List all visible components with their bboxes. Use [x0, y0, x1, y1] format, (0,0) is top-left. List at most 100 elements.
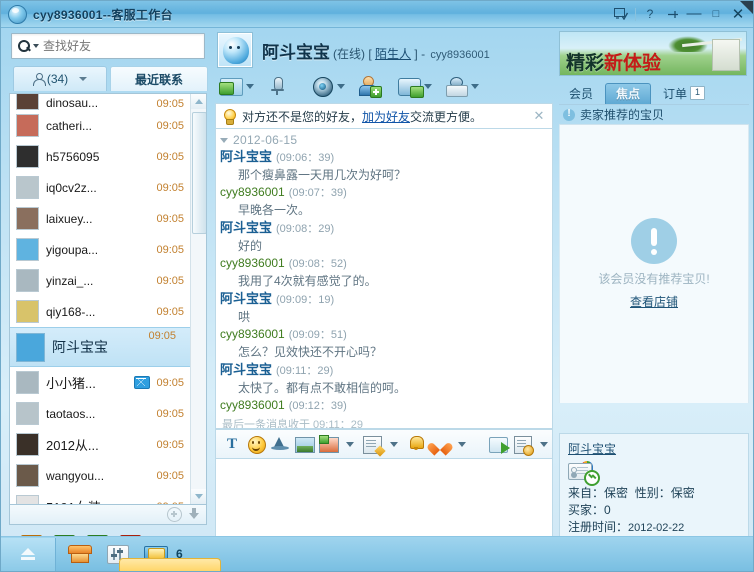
contact-name: 小小猪...	[46, 376, 96, 391]
avatar	[16, 402, 39, 425]
contact-list-item[interactable]: yigoupa... 09:05	[10, 234, 192, 265]
contact-time: 09:05	[156, 469, 184, 482]
chevron-down-icon[interactable]	[33, 44, 39, 48]
tab-recent[interactable]: 最近联系	[110, 66, 208, 91]
right-tab-会员[interactable]: 会员	[559, 83, 603, 104]
contact-list-item[interactable]: yinzai_... 09:05	[10, 265, 192, 296]
workbench-icon[interactable]	[66, 541, 94, 567]
avatar	[16, 176, 39, 199]
contact-name: yigoupa...	[46, 242, 99, 257]
promo-banner[interactable]: 精彩新体验	[559, 31, 747, 76]
sidebar-tabs: (34) 最近联系	[5, 65, 211, 91]
empty-message: 该会员没有推荐宝贝!	[598, 272, 710, 286]
text-format-icon[interactable]: T	[221, 433, 243, 455]
peer-status: (在线)	[333, 46, 365, 61]
message-header: cyy8936001 (09:09：51)	[220, 326, 542, 344]
chevron-down-icon[interactable]	[471, 83, 479, 89]
emoji-icon[interactable]	[245, 433, 267, 455]
chevron-down-icon[interactable]	[79, 77, 88, 81]
eject-icon[interactable]	[1, 537, 56, 571]
pin-icon[interactable]	[661, 4, 683, 24]
contact-list-item[interactable]: qiy168-... 09:05	[10, 296, 192, 327]
quick-reply-icon[interactable]	[487, 433, 510, 455]
dash: -	[421, 46, 426, 61]
notification-popup[interactable]	[119, 558, 221, 571]
contact-list-item[interactable]: wangyou... 09:05	[10, 460, 192, 491]
verified-badge-icon	[568, 461, 600, 486]
video-chat-icon[interactable]	[310, 74, 334, 98]
view-shop-link[interactable]: 查看店铺	[630, 293, 678, 310]
avatar	[16, 332, 45, 362]
sidebar: (34) 最近联系 dinosau... 09:05 catheri... 09:05…	[5, 29, 211, 556]
chevron-down-icon[interactable]	[540, 441, 548, 447]
exclamation-icon	[631, 218, 677, 264]
chevron-down-icon[interactable]	[337, 83, 345, 89]
section-title: 卖家推荐的宝贝	[580, 108, 665, 122]
scroll-down-button[interactable]	[191, 489, 206, 504]
info-peer-name[interactable]: 阿斗宝宝	[568, 440, 740, 457]
image-icon[interactable]	[293, 433, 315, 455]
shake-icon[interactable]	[405, 433, 427, 455]
right-tab-订单[interactable]: 订单 1	[653, 83, 715, 104]
search-box[interactable]	[11, 33, 205, 59]
search-input[interactable]	[43, 39, 204, 53]
add-contact-icon[interactable]	[167, 507, 182, 522]
contact-list-item[interactable]: dinosau... 09:05	[10, 94, 192, 110]
contact-list-scrollbar[interactable]	[190, 94, 206, 504]
chevron-down-icon[interactable]	[424, 83, 432, 89]
download-icon[interactable]	[188, 508, 200, 521]
contact-list-item[interactable]: 2012从... 09:05	[10, 429, 192, 460]
maximize-button[interactable]: □	[705, 4, 727, 24]
feedback-icon[interactable]	[610, 4, 632, 24]
help-icon[interactable]: ?	[639, 4, 661, 24]
contact-time: 09:05	[156, 243, 184, 256]
chevron-down-icon[interactable]	[390, 441, 398, 447]
contact-list-item[interactable]: taotaos... 09:05	[10, 398, 192, 429]
message-time: (09:08：52)	[288, 258, 347, 270]
tab-contacts[interactable]: (34)	[13, 66, 107, 91]
magic-hat-icon[interactable]	[269, 433, 291, 455]
close-icon[interactable]: ✕	[532, 109, 546, 123]
avatar	[16, 464, 39, 487]
contact-list-item[interactable]: laixuey... 09:05	[10, 203, 192, 234]
note-icon[interactable]	[361, 433, 383, 455]
chevron-down-icon[interactable]	[458, 441, 466, 447]
unread-message-icon[interactable]	[134, 376, 151, 389]
heart-icon[interactable]	[429, 433, 451, 455]
friend-notice-bar: 对方还不是您的好友，加为好友交流更方便。 ✕	[215, 103, 553, 129]
avatar	[16, 145, 39, 168]
report-icon[interactable]	[444, 74, 468, 98]
right-panel: 精彩新体验 会员焦点订单1 卖家推荐的宝贝 该会员没有推荐宝贝! 查看店铺 阿斗…	[557, 29, 751, 562]
message-header: cyy8936001 (09:07：39)	[220, 184, 542, 202]
chevron-down-icon[interactable]	[246, 83, 254, 89]
add-friend-link[interactable]: 加为好友	[362, 110, 410, 124]
contact-list-item[interactable]: h5756095 09:05	[10, 141, 192, 172]
peer-name: 阿斗宝宝	[262, 42, 330, 62]
message-body: 哄	[238, 310, 251, 324]
minimize-button[interactable]: —	[683, 4, 705, 24]
right-tab-焦点[interactable]: 焦点	[605, 82, 652, 104]
contact-time: 09:05	[156, 212, 184, 225]
chevron-down-icon[interactable]	[346, 441, 354, 447]
message-sender: cyy8936001	[220, 256, 285, 270]
chat-toolbar	[213, 71, 555, 101]
scroll-thumb[interactable]	[192, 112, 206, 234]
peer-relation-link[interactable]: 陌生人	[375, 47, 411, 61]
contact-list-item[interactable]: catheri... 09:05	[10, 110, 192, 141]
contact-list-item[interactable]: iq0cv2z... 09:05	[10, 172, 192, 203]
contact-list-item[interactable]: 5191女装...09:05	[10, 491, 192, 504]
contact-list-item[interactable]: 小小猪... 09:05	[10, 367, 192, 398]
add-friend-icon[interactable]	[357, 74, 382, 98]
message-body: 早晚各一次。	[238, 203, 311, 217]
voice-chat-icon[interactable]	[266, 74, 290, 98]
screenshot-icon[interactable]	[317, 433, 339, 455]
scroll-up-button[interactable]	[191, 94, 206, 109]
im-client-window: cyy8936001--客服工作台 ? — □ ✕ (34)	[0, 0, 754, 572]
collapse-icon[interactable]	[220, 137, 228, 143]
chat-history-icon[interactable]	[511, 433, 534, 456]
remote-desktop-icon[interactable]	[397, 74, 424, 98]
send-file-icon[interactable]	[219, 74, 243, 98]
contact-list-item[interactable]: 阿斗宝宝 09:05	[10, 327, 192, 367]
avatar	[16, 300, 39, 323]
peer-avatar[interactable]	[217, 32, 253, 68]
